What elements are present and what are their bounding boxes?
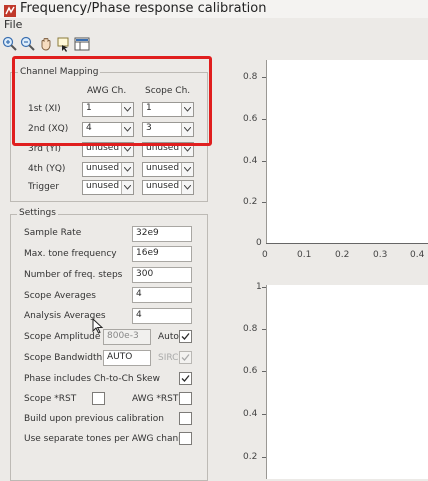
sirc-label: SIRC bbox=[158, 353, 179, 363]
chevron-down-icon bbox=[121, 163, 133, 176]
app-icon bbox=[4, 2, 16, 17]
awg-rst-checkbox[interactable] bbox=[179, 392, 192, 405]
y-tick-mark bbox=[262, 161, 266, 162]
row-label-trigger: Trigger bbox=[28, 182, 60, 192]
scope-bandwidth-label: Scope Bandwidth bbox=[24, 353, 103, 363]
phase-skew-label: Phase includes Ch-to-Ch Skew bbox=[24, 374, 160, 384]
max-tone-field[interactable]: 16e9 bbox=[132, 246, 192, 262]
top-x-tick: 0.1 bbox=[297, 250, 312, 260]
max-tone-label: Max. tone frequency bbox=[24, 249, 117, 259]
sample-rate-label: Sample Rate bbox=[24, 228, 82, 238]
top-x-tick: 0.4 bbox=[410, 250, 425, 260]
top-y-tick: 0 bbox=[256, 238, 262, 248]
scope-averages-field[interactable]: 4 bbox=[132, 287, 192, 303]
scope-channel-select-trigger[interactable]: unused bbox=[142, 180, 194, 195]
build-upon-label: Build upon previous calibration bbox=[24, 414, 164, 424]
top-y-tick: 0.2 bbox=[243, 197, 258, 207]
top-x-tick: 0.2 bbox=[335, 250, 350, 260]
scope-averages-value: 4 bbox=[136, 289, 142, 299]
top-plot-axes[interactable] bbox=[266, 60, 428, 244]
auto-label: Auto bbox=[158, 332, 179, 342]
top-x-tick: 0.3 bbox=[373, 250, 388, 260]
y-tick-mark bbox=[262, 414, 266, 415]
scope-rst-label: Scope *RST bbox=[24, 394, 77, 404]
separate-tones-label: Use separate tones per AWG channel bbox=[24, 434, 192, 444]
highlight-box bbox=[12, 56, 212, 146]
zoom-in-icon[interactable] bbox=[2, 36, 18, 52]
mouse-cursor-icon bbox=[92, 317, 104, 338]
awg-rst-label: AWG *RST bbox=[132, 394, 179, 404]
window-title: Frequency/Phase response calibration bbox=[20, 1, 267, 16]
scope-averages-label: Scope Averages bbox=[24, 291, 96, 301]
scope-bandwidth-value: AUTO bbox=[107, 352, 133, 362]
scope-channel-value: unused bbox=[146, 181, 180, 191]
pan-icon[interactable] bbox=[38, 36, 54, 52]
settings-title: Settings bbox=[17, 208, 58, 218]
chevron-down-icon bbox=[181, 163, 193, 176]
scope-rst-checkbox[interactable] bbox=[92, 392, 105, 405]
freq-steps-field[interactable]: 300 bbox=[132, 267, 192, 283]
analysis-averages-field[interactable]: 4 bbox=[132, 308, 192, 324]
scope-amplitude-value: 800e-3 bbox=[107, 331, 139, 341]
y-tick-mark bbox=[262, 287, 266, 288]
zoom-out-icon[interactable] bbox=[20, 36, 36, 52]
top-y-tick: 0.8 bbox=[243, 72, 258, 82]
sirc-checkbox[interactable] bbox=[179, 351, 192, 364]
awg-channel-select-trigger[interactable]: unused bbox=[82, 180, 134, 195]
row-label-4th: 4th (YQ) bbox=[28, 164, 66, 174]
analysis-averages-value: 4 bbox=[136, 310, 142, 320]
awg-channel-value: unused bbox=[86, 163, 120, 173]
separate-tones-checkbox[interactable] bbox=[179, 432, 192, 445]
awg-channel-select-4th[interactable]: unused bbox=[82, 162, 134, 177]
bottom-plot-axes[interactable] bbox=[266, 285, 428, 479]
plot-browser-icon[interactable] bbox=[74, 36, 90, 52]
bottom-y-tick: 0.4 bbox=[243, 409, 258, 419]
sample-rate-value: 32e9 bbox=[136, 228, 159, 238]
bottom-y-tick: 0.8 bbox=[243, 324, 258, 334]
menu-file[interactable]: File bbox=[4, 18, 22, 31]
y-tick-mark bbox=[262, 202, 266, 203]
bottom-y-tick: 0.6 bbox=[243, 366, 258, 376]
y-tick-mark bbox=[262, 119, 266, 120]
chevron-down-icon bbox=[121, 181, 133, 194]
scope-amplitude-label: Scope Amplitude bbox=[24, 332, 101, 342]
build-upon-checkbox[interactable] bbox=[179, 412, 192, 425]
freq-steps-label: Number of freq. steps bbox=[24, 270, 123, 280]
y-tick-mark bbox=[262, 457, 266, 458]
scope-bandwidth-field[interactable]: AUTO bbox=[103, 350, 151, 366]
auto-checkbox[interactable] bbox=[179, 330, 192, 343]
y-tick-mark bbox=[262, 371, 266, 372]
data-cursor-icon[interactable] bbox=[56, 36, 72, 52]
chevron-down-icon bbox=[181, 181, 193, 194]
freq-steps-value: 300 bbox=[136, 269, 154, 279]
top-y-tick: 0.4 bbox=[243, 156, 258, 166]
x-axis-line bbox=[266, 243, 428, 244]
y-tick-mark bbox=[262, 329, 266, 330]
y-tick-mark bbox=[262, 77, 266, 78]
scope-amplitude-field[interactable]: 800e-3 bbox=[103, 329, 151, 345]
bottom-y-tick: 0.2 bbox=[243, 452, 258, 462]
top-y-tick: 0.6 bbox=[243, 114, 258, 124]
scope-channel-value: unused bbox=[146, 163, 180, 173]
top-x-tick: 0 bbox=[262, 250, 268, 260]
scope-channel-select-4th[interactable]: unused bbox=[142, 162, 194, 177]
bottom-y-tick: 1 bbox=[256, 282, 262, 292]
awg-channel-value: unused bbox=[86, 181, 120, 191]
sample-rate-field[interactable]: 32e9 bbox=[132, 226, 192, 242]
max-tone-value: 16e9 bbox=[136, 248, 159, 258]
phase-skew-checkbox[interactable] bbox=[179, 372, 192, 385]
